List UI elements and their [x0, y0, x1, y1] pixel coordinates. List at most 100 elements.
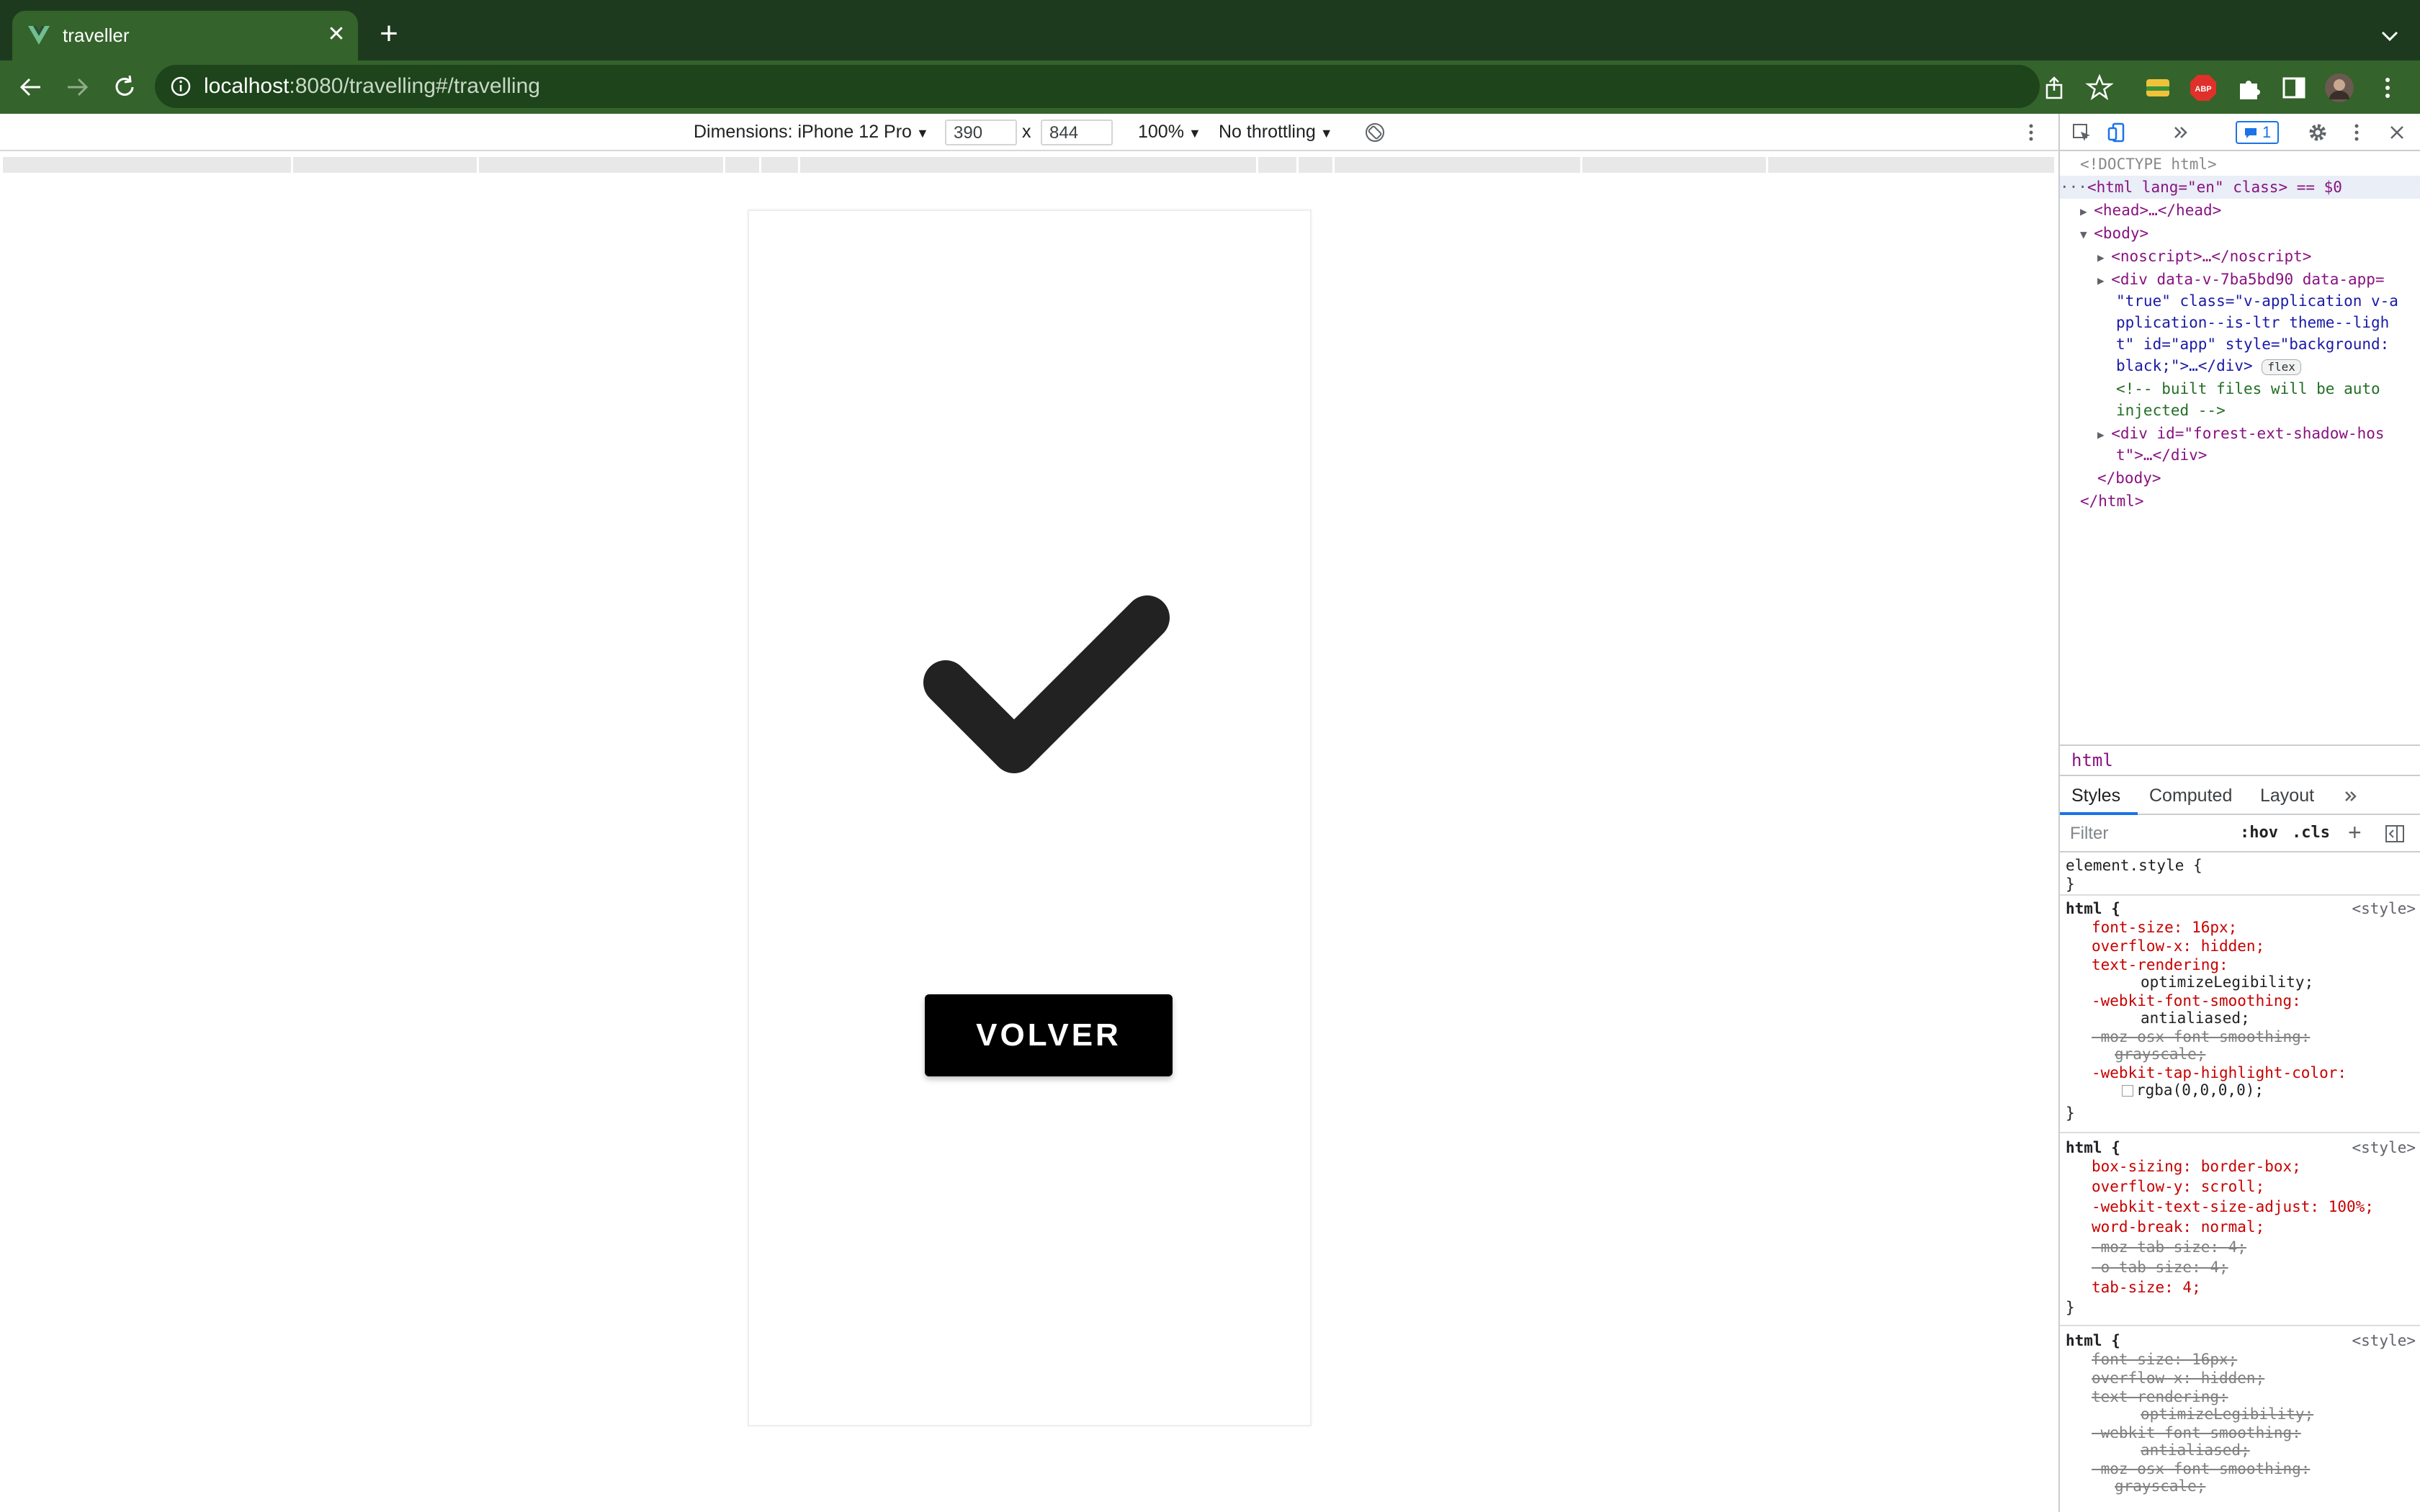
class-toggle[interactable]: .cls	[2292, 824, 2330, 842]
style-selector[interactable]: html {	[2066, 1139, 2120, 1157]
style-value[interactable]: antialiased;	[2141, 1009, 2250, 1027]
adblock-icon[interactable]: ABP	[2187, 72, 2219, 104]
back-arrow-icon[interactable]	[14, 71, 48, 104]
style-value[interactable]: optimizeLegibility;	[2141, 973, 2313, 991]
style-declaration-overridden[interactable]: -moz-osx-font-smoothing:	[2092, 1028, 2310, 1046]
style-declaration[interactable]: overflow-y: scroll;	[2092, 1178, 2264, 1196]
tab-computed[interactable]: Computed	[2149, 786, 2232, 806]
close-devtools-icon[interactable]	[2385, 121, 2408, 144]
style-declaration-overridden[interactable]: -webkit-font-smoothing:	[2092, 1424, 2301, 1442]
throttling-select[interactable]: No throttling ▼	[1219, 122, 1333, 143]
address-bar[interactable]: localhost:8080/travelling#/travelling	[155, 65, 2040, 108]
style-declaration[interactable]: word-break: normal;	[2092, 1218, 2264, 1236]
comment-node[interactable]: <!-- built files will be auto	[2116, 377, 2380, 400]
style-value[interactable]: rgba(0,0,0,0);	[2122, 1081, 2264, 1099]
style-selector[interactable]: html {	[2066, 900, 2120, 918]
side-panel-icon[interactable]	[2278, 72, 2310, 104]
settings-gear-icon[interactable]	[2306, 121, 2329, 144]
elements-tree: <!DOCTYPE html> ···<html lang="en" class…	[2060, 153, 2420, 743]
device-toolbar-more-icon[interactable]	[2020, 121, 2043, 144]
style-declaration[interactable]: font-size: 16px;	[2092, 919, 2237, 937]
issues-badge[interactable]: 1	[2236, 121, 2279, 144]
browser-menu-icon[interactable]	[2372, 72, 2403, 104]
forward-arrow-icon[interactable]	[60, 71, 94, 104]
style-declaration[interactable]: -webkit-text-size-adjust: 100%;	[2092, 1198, 2374, 1216]
head-node[interactable]: ▶ <head>…</head>	[2080, 199, 2221, 223]
app-div-node-line: "true" class="v-application v-a	[2116, 292, 2398, 310]
device-dimensions-select[interactable]: Dimensions: iPhone 12 Pro ▼	[694, 122, 929, 143]
style-rule: html { <style> font-size: 16px; overflow…	[2060, 896, 2420, 1133]
tab-title: traveller	[63, 24, 130, 46]
style-declaration[interactable]: text-rendering:	[2092, 956, 2228, 974]
style-declaration-overridden[interactable]: -moz-tab-size: 4;	[2092, 1238, 2246, 1256]
ruler-divider	[1332, 157, 1335, 173]
forest-div-node-line: t">…</div>	[2116, 446, 2208, 464]
device-toggle-icon[interactable]	[2106, 121, 2129, 144]
devtools-menu-icon[interactable]	[2345, 121, 2368, 144]
device-height-input[interactable]: 844	[1041, 120, 1113, 145]
profile-avatar[interactable]	[2323, 72, 2355, 104]
style-value-overridden[interactable]: grayscale;	[2115, 1045, 2205, 1063]
style-value-overridden[interactable]: optimizeLegibility;	[2141, 1405, 2313, 1423]
style-source-link[interactable]: <style>	[2352, 1139, 2416, 1157]
style-rule: html { <style> box-sizing: border-box; o…	[2060, 1135, 2420, 1326]
html-node[interactable]: ···<html lang="en" class> == $0	[2060, 176, 2420, 199]
bookmark-star-icon[interactable]	[2084, 72, 2115, 104]
style-declaration-overridden[interactable]: -o-tab-size: 4;	[2092, 1259, 2228, 1277]
device-width-input[interactable]: 390	[945, 120, 1017, 145]
style-value-overridden[interactable]: antialiased;	[2141, 1441, 2250, 1459]
style-brace: }	[2066, 876, 2075, 893]
forest-div-node[interactable]: ▶ <div id="forest-ext-shadow-hos	[2097, 422, 2385, 446]
style-selector[interactable]: html {	[2066, 1332, 2120, 1350]
style-declaration[interactable]: -webkit-tap-highlight-color:	[2092, 1064, 2347, 1082]
media-query-bar[interactable]	[3, 157, 2054, 173]
volver-button[interactable]: VOLVER	[925, 994, 1173, 1076]
more-subtabs-chevron-icon[interactable]	[2341, 786, 2361, 806]
style-declaration[interactable]: -webkit-font-smoothing:	[2092, 992, 2301, 1010]
styles-filter-input[interactable]: Filter	[2070, 824, 2108, 844]
style-source-link[interactable]: <style>	[2352, 1332, 2416, 1350]
style-declaration[interactable]: tab-size: 4;	[2092, 1279, 2201, 1297]
style-declaration-overridden[interactable]: text-rendering:	[2092, 1388, 2228, 1406]
site-info-icon[interactable]	[169, 75, 192, 98]
zoom-select[interactable]: 100% ▼	[1138, 122, 1201, 143]
tab-search-chevron-icon[interactable]	[2375, 22, 2404, 50]
element-style-rule: element.style { }	[2060, 854, 2420, 896]
extensions-puzzle-icon[interactable]	[2233, 72, 2264, 104]
app-div-node-line: pplication--is-ltr theme--ligh	[2116, 314, 2390, 331]
hover-state-toggle[interactable]: :hov	[2240, 824, 2278, 842]
extension-wallet-icon[interactable]	[2142, 72, 2174, 104]
new-style-rule-icon[interactable]: +	[2348, 819, 2362, 846]
browser-tab[interactable]: traveller ✕	[12, 11, 358, 60]
app-div-node[interactable]: ▶ <div data-v-7ba5bd90 data-app=	[2097, 268, 2385, 292]
html-close-node[interactable]: </html>	[2080, 490, 2144, 513]
flex-badge[interactable]: flex	[2262, 359, 2301, 375]
share-icon[interactable]	[2038, 72, 2070, 104]
style-source-link[interactable]: <style>	[2352, 900, 2416, 918]
tab-layout[interactable]: Layout	[2260, 786, 2314, 806]
tab-styles[interactable]: Styles	[2071, 786, 2120, 806]
reload-icon[interactable]	[108, 71, 141, 104]
style-selector[interactable]: element.style {	[2066, 857, 2202, 875]
style-declaration[interactable]: box-sizing: border-box;	[2092, 1158, 2301, 1176]
style-declaration-overridden[interactable]: overflow-x: hidden;	[2092, 1369, 2264, 1387]
breadcrumb-html[interactable]: html	[2071, 750, 2113, 770]
style-declaration-overridden[interactable]: font-size: 16px;	[2092, 1351, 2237, 1369]
body-node[interactable]: ▼ <body>	[2080, 222, 2148, 246]
close-tab-icon[interactable]: ✕	[323, 22, 349, 48]
color-swatch[interactable]	[2122, 1085, 2133, 1097]
noscript-node[interactable]: ▶ <noscript>…</noscript>	[2097, 245, 2311, 269]
style-value-overridden[interactable]: grayscale;	[2115, 1477, 2205, 1495]
toggle-sidebar-icon[interactable]	[2384, 824, 2406, 844]
doctype-node[interactable]: <!DOCTYPE html>	[2080, 153, 2217, 176]
style-declaration-overridden[interactable]: -moz-osx-font-smoothing:	[2092, 1460, 2310, 1478]
message-icon	[2244, 128, 2257, 139]
media-query-ruler[interactable]	[0, 153, 2058, 177]
ruler-divider	[1256, 157, 1258, 173]
inspect-element-icon[interactable]	[2070, 121, 2093, 144]
new-tab-icon[interactable]: +	[373, 18, 405, 51]
rotate-device-icon[interactable]	[1363, 121, 1386, 144]
body-close-node[interactable]: </body>	[2097, 467, 2161, 490]
style-declaration[interactable]: overflow-x: hidden;	[2092, 937, 2264, 955]
more-tabs-chevron-icon[interactable]	[2169, 121, 2192, 144]
